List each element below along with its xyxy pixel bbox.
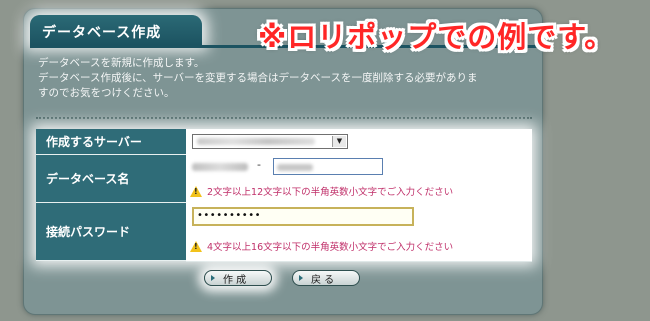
database-form: 作成するサーバー ▼ データベース名 - 2文字以上12文字以下の半角英数小文字… (36, 129, 532, 262)
db-name-warning-text: 2文字以上12文字以下の半角英数小文字でご入力ください (207, 187, 454, 198)
chevron-down-icon[interactable]: ▼ (332, 136, 346, 147)
panel-title-tab: データベース作成 (30, 15, 202, 45)
create-button-label: 作 成 (223, 274, 247, 286)
server-select[interactable]: ▼ (192, 134, 348, 149)
warning-icon (190, 240, 202, 252)
db-name-prefix-blurred (192, 163, 248, 171)
password-value-cell: •••••••••• 4文字以上16文字以下の半角英数小文字でご入力ください (186, 203, 532, 262)
password-row: 接続パスワード •••••••••• 4文字以上16文字以下の半角英数小文字でご… (36, 203, 532, 262)
db-name-input[interactable] (273, 158, 383, 175)
password-warning: 4文字以上16文字以下の半角英数小文字でご入力ください (190, 239, 453, 253)
description: データベースを新規に作成します。 データベース作成後に、サーバーを変更する場合は… (38, 56, 533, 101)
db-name-warning: 2文字以上12文字以下の半角英数小文字でご入力ください (190, 184, 453, 198)
play-icon (299, 275, 303, 281)
password-input[interactable]: •••••••••• (192, 207, 414, 226)
server-row: 作成するサーバー ▼ (36, 129, 532, 156)
db-name-row: データベース名 - 2文字以上12文字以下の半角英数小文字でご入力ください (36, 155, 532, 204)
description-line: データベース作成後に、サーバーを変更する場合はデータベースを一度削除する必要があ… (38, 72, 478, 84)
play-icon (211, 275, 215, 281)
db-name-separator: - (257, 158, 261, 171)
password-warning-text: 4文字以上16文字以下の半角英数小文字でご入力ください (207, 242, 454, 253)
back-button-label: 戻 る (311, 274, 335, 286)
server-select-value-blurred (197, 138, 315, 145)
create-button[interactable]: 作 成 (204, 270, 272, 286)
dotted-divider (36, 117, 532, 119)
description-line: データベースを新規に作成します。 (38, 57, 205, 69)
description-line: すのでお気をつけください。 (38, 87, 175, 99)
example-annotation: ※ロリポップでの例です。 (258, 20, 615, 54)
panel-title: データベース作成 (42, 25, 162, 41)
warning-icon (190, 185, 202, 197)
db-name-value-cell: - 2文字以上12文字以下の半角英数小文字でご入力ください (186, 155, 532, 204)
server-value-cell: ▼ (186, 129, 532, 156)
back-button[interactable]: 戻 る (292, 270, 360, 286)
server-label: 作成するサーバー (36, 129, 186, 155)
db-name-label: データベース名 (36, 155, 186, 203)
password-label: 接続パスワード (36, 203, 186, 261)
db-name-input-value-blurred (277, 164, 313, 171)
